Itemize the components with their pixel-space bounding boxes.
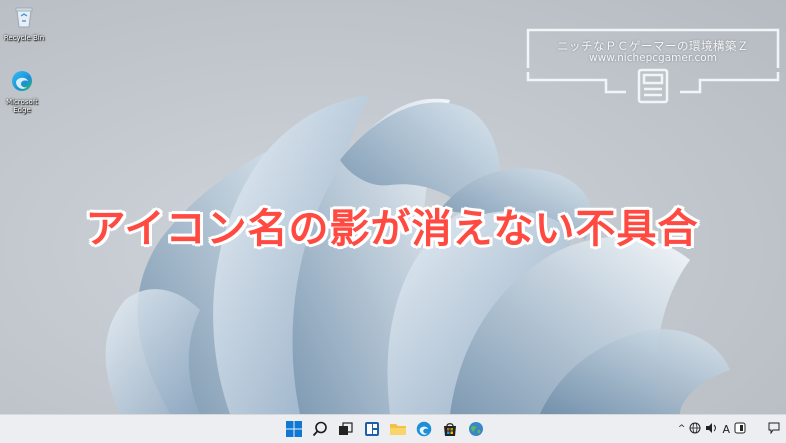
taskbar-apps <box>284 415 486 443</box>
taskbar-widgets-button[interactable] <box>362 417 382 441</box>
network-icon[interactable] <box>689 422 701 437</box>
recycle-bin-icon <box>15 7 33 28</box>
folder-icon <box>390 424 406 435</box>
edge-icon <box>12 71 32 91</box>
desktop-icon-edge[interactable]: Microsoft Edge <box>0 70 44 114</box>
taskbar-edge-button[interactable] <box>414 417 434 441</box>
notification-icon[interactable] <box>768 422 780 437</box>
widgets-icon <box>365 422 379 436</box>
taskbar-task-view-button[interactable] <box>336 417 356 441</box>
taskbar: ^ A <box>0 414 786 443</box>
desktop-icon-label: Recycle Bin <box>3 34 45 42</box>
system-tray: ^ A <box>678 415 780 443</box>
task-view-icon <box>339 422 353 435</box>
desktop-icon-recycle-bin[interactable]: Recycle Bin <box>2 6 46 42</box>
headline-caption: アイコン名の影が消えない不具合 <box>85 206 699 252</box>
watermark-url: www.nichepcgamer.com <box>589 52 717 64</box>
taskbar-start-button[interactable] <box>284 417 304 441</box>
globe-icon <box>469 422 483 436</box>
taskbar-store-button[interactable] <box>440 417 460 441</box>
watermark: ニッチなＰＣゲーマーの環境構築Ｚ www.nichepcgamer.com <box>526 28 780 104</box>
ime-indicator[interactable]: A <box>722 423 730 436</box>
taskbar-globe-app-button[interactable] <box>466 417 486 441</box>
battery-icon[interactable] <box>734 422 746 437</box>
speaker-icon[interactable] <box>705 422 718 437</box>
desktop: Recycle Bin Microsoft Edge ニッチなＰＣゲーマーの環境… <box>0 0 786 414</box>
taskbar-search-button[interactable] <box>310 417 330 441</box>
edge-icon <box>416 421 432 437</box>
store-icon <box>444 423 456 436</box>
windows-start-icon <box>286 421 302 437</box>
desktop-icon-label: Microsoft Edge <box>6 98 38 114</box>
tray-overflow-chevron[interactable]: ^ <box>678 424 686 434</box>
search-icon <box>312 421 327 437</box>
taskbar-file-explorer-button[interactable] <box>388 417 408 441</box>
